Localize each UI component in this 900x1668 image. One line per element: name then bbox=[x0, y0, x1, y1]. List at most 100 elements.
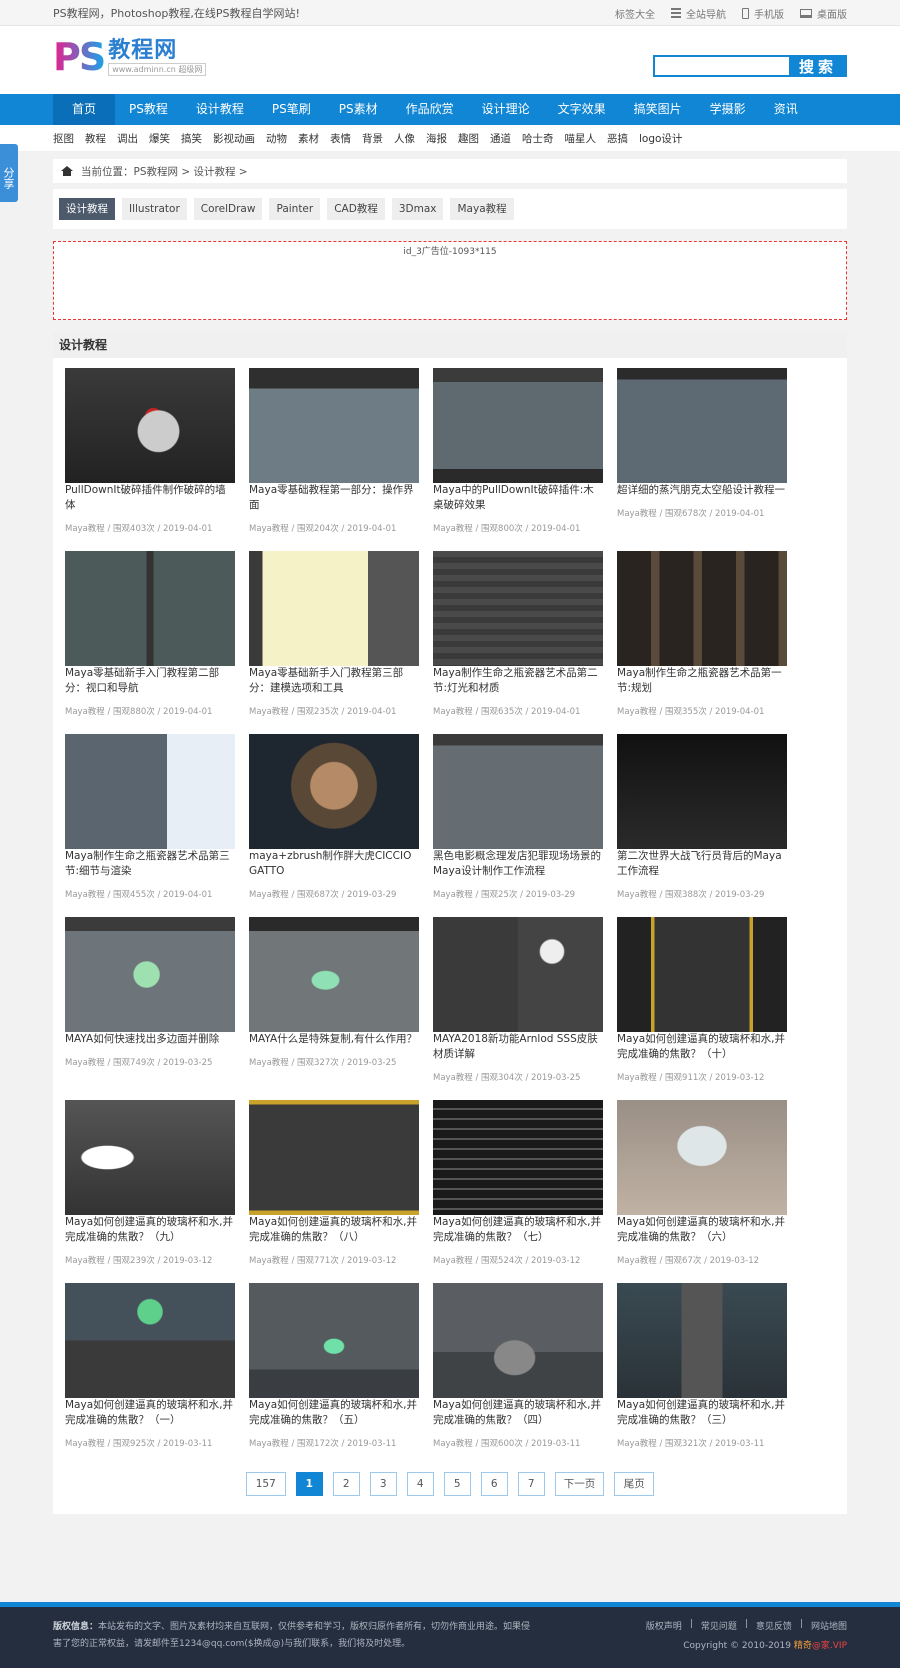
category-tab[interactable]: 设计教程 bbox=[59, 198, 115, 220]
article-card[interactable]: MAYA什么是特殊复制,有什么作用？ Maya教程 / 围观327次 / 2019… bbox=[249, 917, 419, 1100]
article-title[interactable]: 黑色电影概念理发店犯罪现场场景的Maya设计制作工作流程 bbox=[433, 850, 601, 877]
article-title[interactable]: MAYA2018新功能Arnlod SSS皮肤材质详解 bbox=[433, 1033, 598, 1060]
article-card[interactable]: MAYA2018新功能Arnlod SSS皮肤材质详解 Maya教程 / 围观30… bbox=[433, 917, 603, 1100]
article-card[interactable]: Maya如何创建逼真的玻璃杯和水,并完成准确的焦散？（十） Maya教程 / 围观… bbox=[617, 917, 787, 1100]
nav-item[interactable]: 首页 bbox=[53, 94, 116, 125]
article-card[interactable]: 第二次世界大战飞行员背后的Maya工作流程 Maya教程 / 围观388次 / 2… bbox=[617, 734, 787, 917]
subnav-item[interactable]: 表情 bbox=[330, 131, 351, 146]
article-thumbnail[interactable] bbox=[433, 917, 603, 1032]
article-card[interactable]: Maya如何创建逼真的玻璃杯和水,并完成准确的焦散？（五） Maya教程 / 围观… bbox=[249, 1283, 419, 1466]
article-thumbnail[interactable] bbox=[65, 1283, 235, 1398]
article-title[interactable]: Maya制作生命之瓶瓷器艺术品第二节:灯光和材质 bbox=[433, 667, 598, 694]
nav-item[interactable]: PS笔刷 bbox=[258, 94, 325, 125]
article-thumbnail[interactable] bbox=[433, 1100, 603, 1215]
article-thumbnail[interactable] bbox=[617, 917, 787, 1032]
subnav-item[interactable]: 恶搞 bbox=[607, 131, 628, 146]
subnav-item[interactable]: 动物 bbox=[266, 131, 287, 146]
article-title[interactable]: Maya如何创建逼真的玻璃杯和水,并完成准确的焦散？（三） bbox=[617, 1399, 785, 1426]
nav-item[interactable]: PS素材 bbox=[325, 94, 392, 125]
nav-item[interactable]: PS教程 bbox=[115, 94, 182, 125]
site-nav-link[interactable]: 全站导航 bbox=[671, 6, 726, 21]
page-button[interactable]: 2 bbox=[332, 1472, 360, 1496]
subnav-item[interactable]: 趣图 bbox=[458, 131, 479, 146]
page-button[interactable]: 7 bbox=[517, 1472, 545, 1496]
page-button[interactable]: 3 bbox=[369, 1472, 397, 1496]
nav-item[interactable]: 设计理论 bbox=[468, 94, 544, 125]
site-logo[interactable]: PS 教程网 www.adminn.cn 超级网 bbox=[53, 38, 207, 76]
article-card[interactable]: 黑色电影概念理发店犯罪现场场景的Maya设计制作工作流程 Maya教程 / 围观2… bbox=[433, 734, 603, 917]
article-thumbnail[interactable] bbox=[433, 1283, 603, 1398]
article-title[interactable]: Maya制作生命之瓶瓷器艺术品第三节:细节与渲染 bbox=[65, 850, 230, 877]
article-thumbnail[interactable] bbox=[617, 734, 787, 849]
article-card[interactable]: Maya如何创建逼真的玻璃杯和水,并完成准确的焦散？（四） Maya教程 / 围观… bbox=[433, 1283, 603, 1466]
footer-link[interactable]: 网站地图 bbox=[811, 1619, 847, 1632]
subnav-item[interactable]: 背景 bbox=[362, 131, 383, 146]
footer-link[interactable]: 意见反馈 bbox=[756, 1619, 792, 1632]
article-title[interactable]: maya+zbrush制作胖大虎CICCIO GATTO bbox=[249, 850, 411, 877]
article-title[interactable]: 第二次世界大战飞行员背后的Maya工作流程 bbox=[617, 850, 782, 877]
article-thumbnail[interactable] bbox=[65, 1100, 235, 1215]
footer-link[interactable]: 常见问题 bbox=[701, 1619, 737, 1632]
search-input[interactable] bbox=[653, 55, 789, 77]
article-title[interactable]: 超详细的蒸汽朋克太空船设计教程一 bbox=[617, 484, 785, 496]
nav-item[interactable]: 文字效果 bbox=[544, 94, 620, 125]
desktop-link[interactable]: 桌面版 bbox=[800, 6, 847, 21]
article-card[interactable]: Maya如何创建逼真的玻璃杯和水,并完成准确的焦散？（六） Maya教程 / 围观… bbox=[617, 1100, 787, 1283]
article-card[interactable]: Maya零基础教程第一部分：操作界面 Maya教程 / 围观204次 / 2019… bbox=[249, 368, 419, 551]
article-title[interactable]: Maya如何创建逼真的玻璃杯和水,并完成准确的焦散？（五） bbox=[249, 1399, 417, 1426]
article-thumbnail[interactable] bbox=[617, 551, 787, 666]
article-card[interactable]: Maya如何创建逼真的玻璃杯和水,并完成准确的焦散？（一） Maya教程 / 围观… bbox=[65, 1283, 235, 1466]
search-button[interactable]: 搜索 bbox=[789, 55, 847, 77]
article-thumbnail[interactable] bbox=[65, 551, 235, 666]
article-thumbnail[interactable] bbox=[433, 551, 603, 666]
page-button[interactable]: 5 bbox=[443, 1472, 471, 1496]
category-tab[interactable]: CAD教程 bbox=[327, 198, 385, 220]
nav-item[interactable]: 设计教程 bbox=[182, 94, 258, 125]
article-title[interactable]: MAYA什么是特殊复制,有什么作用？ bbox=[249, 1033, 417, 1045]
article-thumbnail[interactable] bbox=[433, 734, 603, 849]
mobile-link[interactable]: 手机版 bbox=[742, 6, 784, 21]
article-card[interactable]: Maya如何创建逼真的玻璃杯和水,并完成准确的焦散？（七） Maya教程 / 围观… bbox=[433, 1100, 603, 1283]
subnav-item[interactable]: 爆笑 bbox=[149, 131, 170, 146]
article-title[interactable]: Maya中的PullDownIt破碎插件:木桌破碎效果 bbox=[433, 484, 594, 511]
article-title[interactable]: Maya如何创建逼真的玻璃杯和水,并完成准确的焦散？（七） bbox=[433, 1216, 601, 1243]
article-card[interactable]: Maya中的PullDownIt破碎插件:木桌破碎效果 Maya教程 / 围观80… bbox=[433, 368, 603, 551]
subnav-item[interactable]: 影视动画 bbox=[213, 131, 255, 146]
article-card[interactable]: Maya零基础新手入门教程第三部分：建模选项和工具 Maya教程 / 围观235次… bbox=[249, 551, 419, 734]
nav-item[interactable]: 资讯 bbox=[760, 94, 812, 125]
last-page-button[interactable]: 尾页 bbox=[614, 1472, 655, 1496]
article-card[interactable]: Maya制作生命之瓶瓷器艺术品第一节:规划 Maya教程 / 围观355次 / 2… bbox=[617, 551, 787, 734]
category-tab[interactable]: CorelDraw bbox=[193, 198, 263, 220]
subnav-item[interactable]: 人像 bbox=[394, 131, 415, 146]
subnav-item[interactable]: 调出 bbox=[117, 131, 138, 146]
article-title[interactable]: Maya如何创建逼真的玻璃杯和水,并完成准确的焦散？（六） bbox=[617, 1216, 785, 1243]
article-card[interactable]: maya+zbrush制作胖大虎CICCIO GATTO Maya教程 / 围观6… bbox=[249, 734, 419, 917]
footer-link[interactable]: 版权声明 bbox=[646, 1619, 682, 1632]
article-thumbnail[interactable] bbox=[249, 368, 419, 483]
article-thumbnail[interactable] bbox=[65, 368, 235, 483]
subnav-item[interactable]: logo设计 bbox=[639, 131, 682, 146]
next-page-button[interactable]: 下一页 bbox=[554, 1472, 605, 1496]
category-tab[interactable]: 3Dmax bbox=[391, 198, 444, 220]
article-thumbnail[interactable] bbox=[617, 368, 787, 483]
subnav-item[interactable]: 抠图 bbox=[53, 131, 74, 146]
subnav-item[interactable]: 通道 bbox=[490, 131, 511, 146]
subnav-item[interactable]: 哈士奇 bbox=[522, 131, 554, 146]
share-tab[interactable]: 分享 bbox=[0, 144, 18, 202]
article-title[interactable]: Maya如何创建逼真的玻璃杯和水,并完成准确的焦散？（十） bbox=[617, 1033, 785, 1060]
article-title[interactable]: Maya如何创建逼真的玻璃杯和水,并完成准确的焦散？（四） bbox=[433, 1399, 601, 1426]
article-card[interactable]: Maya制作生命之瓶瓷器艺术品第三节:细节与渲染 Maya教程 / 围观455次 … bbox=[65, 734, 235, 917]
article-title[interactable]: Maya如何创建逼真的玻璃杯和水,并完成准确的焦散？（八） bbox=[249, 1216, 417, 1243]
article-title[interactable]: Maya制作生命之瓶瓷器艺术品第一节:规划 bbox=[617, 667, 782, 694]
subnav-item[interactable]: 海报 bbox=[426, 131, 447, 146]
nav-item[interactable]: 学摄影 bbox=[696, 94, 760, 125]
category-tab[interactable]: Painter bbox=[269, 198, 321, 220]
category-tab[interactable]: Maya教程 bbox=[450, 198, 514, 220]
article-card[interactable]: Maya制作生命之瓶瓷器艺术品第二节:灯光和材质 Maya教程 / 围观635次 … bbox=[433, 551, 603, 734]
article-title[interactable]: Maya零基础教程第一部分：操作界面 bbox=[249, 484, 414, 511]
article-card[interactable]: PullDownIt破碎插件制作破碎的墙体 Maya教程 / 围观403次 / 2… bbox=[65, 368, 235, 551]
page-button[interactable]: 4 bbox=[406, 1472, 434, 1496]
article-thumbnail[interactable] bbox=[617, 1100, 787, 1215]
article-thumbnail[interactable] bbox=[617, 1283, 787, 1398]
article-thumbnail[interactable] bbox=[249, 1283, 419, 1398]
